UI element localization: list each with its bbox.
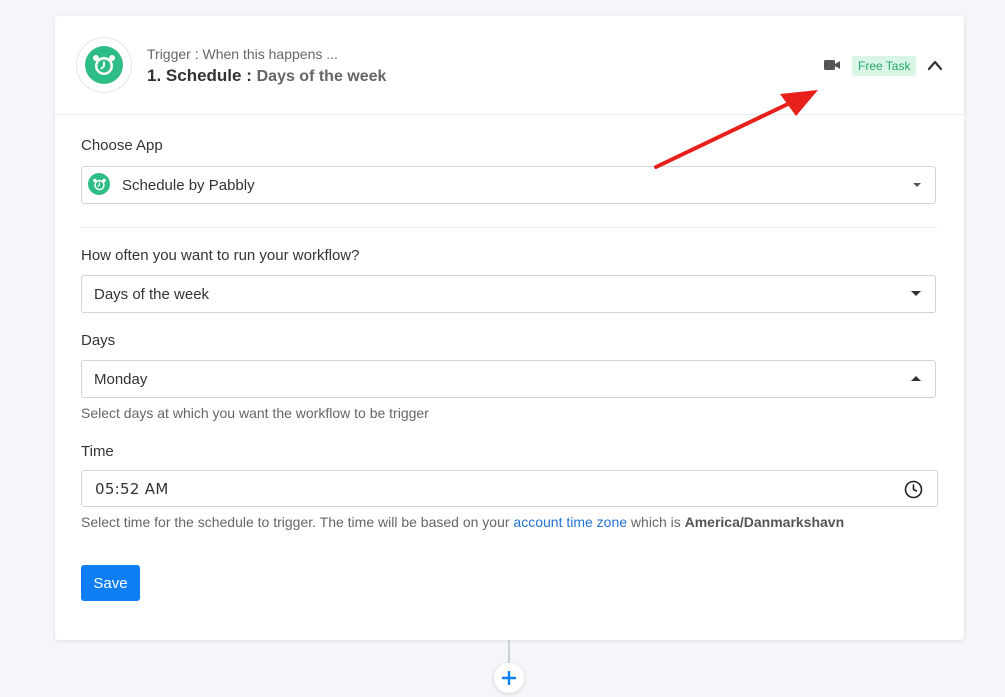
caret-up-icon (911, 376, 921, 381)
days-select[interactable]: Monday (81, 360, 936, 398)
trigger-subtitle: Trigger : When this happens ... (147, 46, 338, 62)
days-value: Monday (94, 371, 148, 388)
clock-icon[interactable] (904, 480, 923, 499)
choose-app-label: Choose App (81, 137, 163, 154)
event-label: Days of the week (256, 68, 387, 85)
app-logo (76, 37, 132, 93)
plus-icon (502, 671, 516, 685)
divider (81, 227, 938, 228)
days-help: Select days at which you want the workfl… (81, 405, 429, 421)
caret-down-icon (913, 183, 921, 187)
timezone-value: America/Danmarkshavn (684, 514, 845, 530)
time-help: Select time for the schedule to trigger.… (81, 514, 844, 530)
time-label: Time (81, 443, 114, 460)
frequency-value: Days of the week (94, 286, 210, 303)
account-time-zone-link[interactable]: account time zone (513, 514, 627, 530)
trigger-header[interactable]: Trigger : When this happens ... 1. Sched… (55, 16, 964, 115)
time-input[interactable]: 05:52 AM (81, 470, 938, 507)
save-button[interactable]: Save (81, 565, 140, 601)
frequency-select[interactable]: Days of the week (81, 275, 936, 313)
trigger-title: 1. Schedule : Days of the week (147, 66, 386, 86)
days-label: Days (81, 332, 116, 349)
choose-app-value: Schedule by Pabbly (122, 177, 255, 194)
free-task-badge: Free Task (852, 56, 917, 76)
frequency-label: How often you want to run your workflow? (81, 247, 360, 264)
chevron-up-icon[interactable] (927, 59, 943, 71)
choose-app-select[interactable]: Schedule by Pabbly (81, 166, 936, 204)
add-step-button[interactable] (494, 663, 524, 693)
caret-down-icon (911, 291, 921, 296)
alarm-clock-icon (88, 173, 110, 195)
step-connector (508, 640, 510, 665)
time-value: 05:52 AM (95, 480, 169, 498)
time-help-middle: which is (627, 514, 685, 530)
step-label: 1. Schedule : (147, 66, 252, 85)
video-camera-icon[interactable] (823, 58, 841, 72)
time-help-text: Select time for the schedule to trigger.… (81, 514, 514, 530)
alarm-clock-icon (85, 46, 123, 84)
trigger-card: Trigger : When this happens ... 1. Sched… (55, 16, 964, 640)
